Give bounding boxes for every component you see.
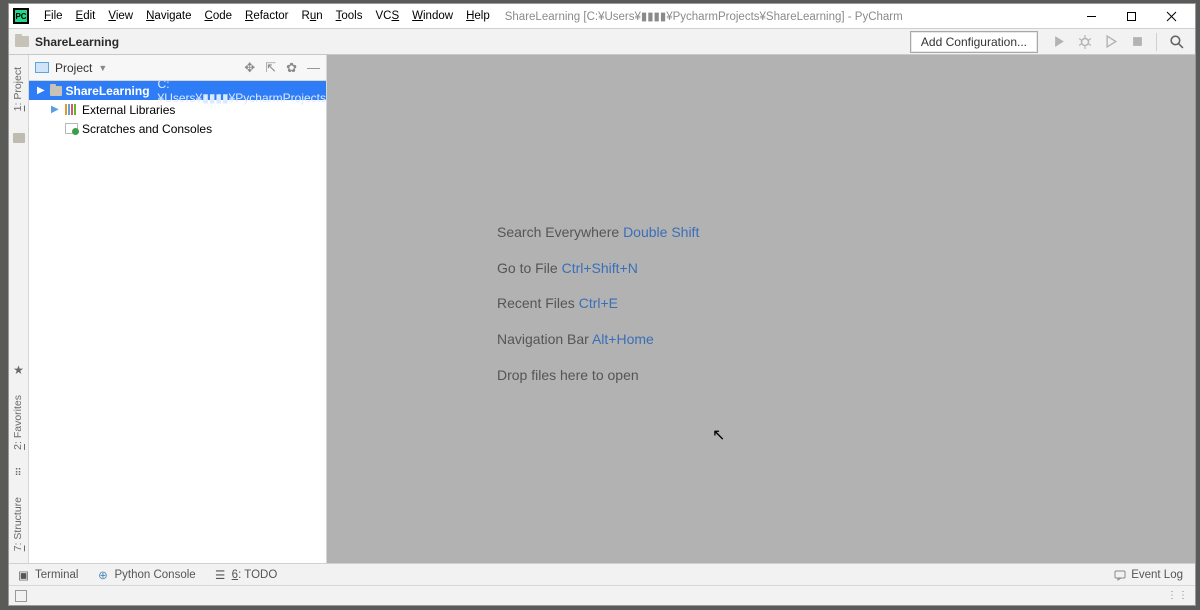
shortcut: Double Shift [623,224,699,240]
folder-icon [15,36,29,47]
structure-icon: ⠿ [14,468,22,479]
event-log-icon [1113,568,1126,581]
project-view-icon [35,62,49,73]
debug-icon[interactable] [1075,32,1095,52]
tree-node-label: ShareLearning [66,84,150,98]
project-pane-title[interactable]: Project [55,61,92,75]
shortcut: Alt+Home [592,331,654,347]
menu-file[interactable]: File [39,8,68,24]
collapse-all-icon[interactable]: ⇱ [265,60,276,76]
search-everywhere-icon[interactable] [1166,32,1186,52]
title-path: ShareLearning [C:¥Users¥▮▮▮▮¥PycharmProj… [505,9,903,23]
settings-gear-icon[interactable]: ✿ [286,60,297,76]
python-icon: ⊕ [96,568,109,581]
main-menu: File Edit View Navigate Code Refactor Ru… [39,8,495,24]
tool-window-terminal-tab[interactable]: ▣ Terminal [17,568,78,581]
project-tool-window: Project ▼ ✥ ⇱ ✿ — ▶ ShareLearning C:¥Use… [29,55,327,563]
project-pane-header: Project ▼ ✥ ⇱ ✿ — [29,55,326,81]
stop-icon[interactable] [1127,32,1147,52]
tool-window-python-console-tab[interactable]: ⊕ Python Console [96,568,195,581]
add-configuration-button[interactable]: Add Configuration... [910,31,1038,53]
menu-help[interactable]: Help [461,8,495,24]
expand-arrow-icon[interactable]: ▶ [37,85,46,96]
status-more-icon[interactable]: ⋮⋮ [1167,590,1189,601]
folder-icon [50,86,62,96]
navigation-bar: ShareLearning Add Configuration... [9,28,1195,55]
terminal-icon: ▣ [17,568,30,581]
tool-windows-toggle-icon[interactable] [15,590,27,602]
main-body: 1: Project ★ 2: Favorites ⠿ 7: Structure… [9,55,1195,563]
tool-window-project-tab[interactable]: 1: Project [13,61,24,117]
breadcrumb-root[interactable]: ShareLearning [35,35,119,49]
window-close-button[interactable] [1151,5,1191,27]
tree-node-path: C:¥Users¥▮▮▮▮¥PycharmProjects [158,81,326,105]
project-tree[interactable]: ▶ ShareLearning C:¥Users¥▮▮▮▮¥PycharmPro… [29,81,326,563]
hide-icon[interactable]: — [307,60,320,76]
tool-window-todo-tab[interactable]: ☰ 6: TODO [214,568,278,581]
tool-window-favorites-tab[interactable]: 2: Favorites [13,389,24,456]
tool-window-structure-tab[interactable]: 7: Structure [13,491,24,557]
tree-node-label: Scratches and Consoles [82,122,212,136]
menu-tools[interactable]: Tools [331,8,368,24]
star-icon: ★ [13,363,24,377]
bottom-tool-stripe: ▣ Terminal ⊕ Python Console ☰ 6: TODO Ev… [9,563,1195,585]
tree-node-scratches[interactable]: Scratches and Consoles [29,119,326,138]
locate-icon[interactable]: ✥ [244,60,255,76]
menu-run[interactable]: Run [297,8,328,24]
status-bar: ⋮⋮ [9,585,1195,605]
editor-empty-state[interactable]: Search Everywhere Double Shift Go to Fil… [327,55,1195,563]
expand-arrow-icon[interactable]: ▶ [51,104,61,115]
editor-hints: Search Everywhere Double Shift Go to Fil… [497,215,699,393]
shortcut: Ctrl+Shift+N [562,260,638,276]
mouse-cursor-icon: ↖ [712,425,725,445]
left-tool-stripe: 1: Project ★ 2: Favorites ⠿ 7: Structure [9,55,29,563]
window-minimize-button[interactable] [1071,5,1111,27]
window-maximize-button[interactable] [1111,5,1151,27]
menu-vcs[interactable]: VCS [370,8,404,24]
menu-edit[interactable]: Edit [71,8,101,24]
scratches-icon [65,123,78,134]
run-with-coverage-icon[interactable] [1101,32,1121,52]
tree-node-label: External Libraries [82,103,175,117]
run-icon[interactable] [1049,32,1069,52]
folder-icon [13,133,25,143]
menu-navigate[interactable]: Navigate [141,8,196,24]
tree-node-project-root[interactable]: ▶ ShareLearning C:¥Users¥▮▮▮▮¥PycharmPro… [29,81,326,100]
todo-icon: ☰ [214,568,227,581]
event-log-button[interactable]: Event Log [1113,568,1183,581]
pycharm-window: PC File Edit View Navigate Code Refactor… [8,3,1196,606]
pycharm-app-icon: PC [13,8,29,24]
shortcut: Ctrl+E [579,295,618,311]
external-libraries-icon [65,104,78,115]
menu-window[interactable]: Window [407,8,458,24]
menu-view[interactable]: View [103,8,138,24]
menu-code[interactable]: Code [200,8,238,24]
titlebar: PC File Edit View Navigate Code Refactor… [9,4,1195,28]
menu-refactor[interactable]: Refactor [240,8,293,24]
project-view-dropdown-icon[interactable]: ▼ [98,63,107,73]
